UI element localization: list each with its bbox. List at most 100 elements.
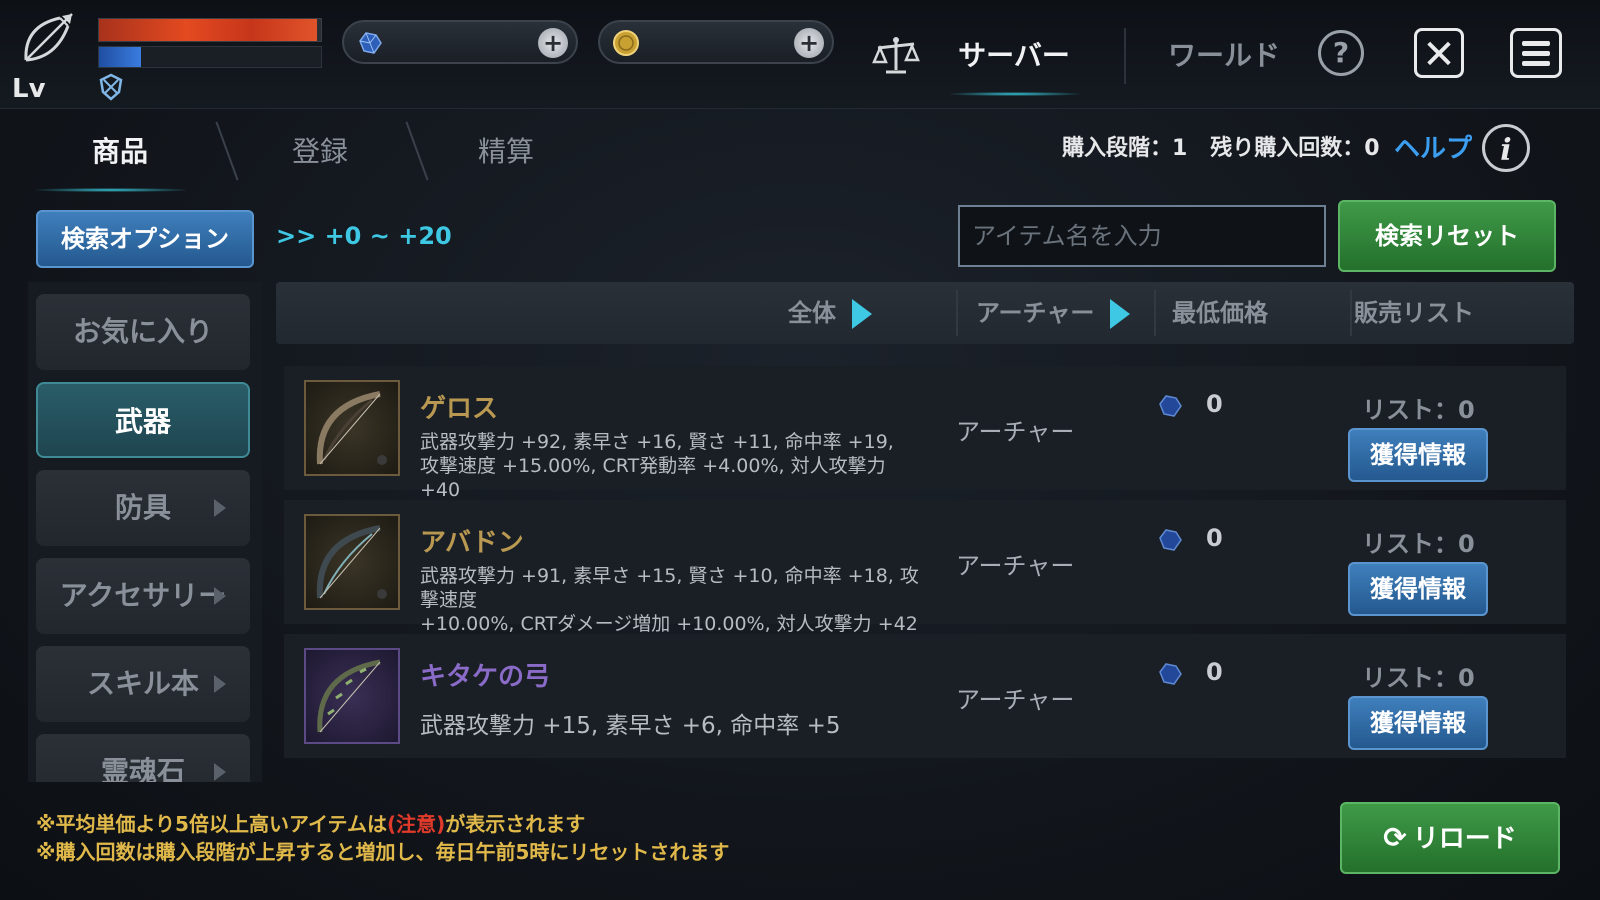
category-sidebar: お気に入り 武器 防具 アクセサリー スキル本 霊魂石 bbox=[28, 282, 262, 782]
tab-divider bbox=[405, 121, 429, 181]
tab-divider bbox=[215, 121, 239, 181]
notice-line-2: ※購入回数は購入段階が上昇すると増加し、毎日午前5時にリセットされます bbox=[36, 840, 730, 864]
item-min-price: 0 bbox=[1206, 524, 1223, 552]
search-reset-button[interactable]: 検索リセット bbox=[1338, 200, 1556, 272]
reload-button[interactable]: ⟳ リロード bbox=[1340, 802, 1560, 874]
category-label: 防具 bbox=[114, 491, 171, 524]
item-listing-count: リスト：0 bbox=[1362, 396, 1475, 424]
item-name: キタケの弓 bbox=[420, 662, 551, 692]
notice-text: ※平均単価より5倍以上高いアイテムは(注意)が表示されます ※購入回数は購入段階… bbox=[36, 810, 729, 866]
add-gold-button[interactable]: + bbox=[794, 28, 824, 58]
close-button[interactable]: ✕ bbox=[1414, 28, 1464, 78]
play-arrow-icon bbox=[1110, 299, 1131, 329]
item-stats-line: +10.00%, CRTダメージ増加 +10.00%, 対人攻撃力 +42 bbox=[420, 613, 918, 635]
category-favorites[interactable]: お気に入り bbox=[36, 294, 250, 370]
acquisition-info-button[interactable]: 獲得情報 bbox=[1348, 696, 1488, 750]
archer-class-icon bbox=[24, 13, 73, 62]
item-search-input[interactable] bbox=[958, 205, 1326, 267]
item-thumbnail bbox=[304, 648, 400, 744]
chevron-right-icon bbox=[214, 499, 226, 517]
menu-icon[interactable] bbox=[1510, 28, 1562, 78]
blue-gem-icon bbox=[1159, 529, 1182, 551]
category-label: スキル本 bbox=[86, 667, 199, 700]
blue-gem-icon bbox=[359, 32, 382, 54]
chevron-right-icon bbox=[214, 587, 226, 605]
item-job: アーチャー bbox=[956, 418, 1075, 446]
level-label: Lv bbox=[12, 74, 46, 104]
search-option-button[interactable]: 検索オプション bbox=[36, 210, 254, 268]
mp-bar bbox=[98, 46, 322, 68]
tab-settle[interactable]: 精算 bbox=[446, 128, 566, 176]
category-weapons[interactable]: 武器 bbox=[36, 382, 250, 458]
hp-fill bbox=[99, 19, 317, 41]
add-gem-button[interactable]: + bbox=[538, 28, 568, 58]
purchase-stage-info: 購入段階：1 残り購入回数：0 bbox=[1062, 130, 1380, 162]
header-divider bbox=[956, 290, 958, 336]
category-soul-stones[interactable]: 霊魂石 bbox=[36, 734, 250, 782]
category-accessories[interactable]: アクセサリー bbox=[36, 558, 250, 634]
table-row[interactable]: ゲロス 武器攻撃力 +92, 素早さ +16, 賢さ +11, 命中率 +19,… bbox=[284, 366, 1566, 501]
purchase-stage: 購入段階：1 bbox=[1062, 136, 1188, 161]
mp-fill bbox=[99, 47, 142, 67]
remaining-purchases: 残り購入回数：0 bbox=[1210, 136, 1380, 161]
item-listing-count: リスト：0 bbox=[1362, 664, 1475, 692]
tab-server-indicator bbox=[950, 92, 1080, 96]
help-icon[interactable]: ? bbox=[1318, 30, 1364, 76]
gem-currency-box: + bbox=[342, 20, 578, 64]
tab-server[interactable]: サーバー bbox=[950, 30, 1078, 82]
refresh-icon: ⟳ bbox=[1383, 821, 1407, 854]
chevron-right-icon bbox=[214, 763, 226, 781]
acquisition-info-button[interactable]: 獲得情報 bbox=[1348, 428, 1488, 482]
category-armor[interactable]: 防具 bbox=[36, 470, 250, 546]
enhance-range-text: >> +0 ~ +20 bbox=[276, 222, 452, 250]
blue-gem-icon bbox=[1159, 395, 1182, 417]
category-skill-books[interactable]: スキル本 bbox=[36, 646, 250, 722]
play-arrow-icon bbox=[852, 299, 872, 329]
category-label: 霊魂石 bbox=[100, 755, 185, 782]
gold-coin-icon bbox=[613, 30, 639, 56]
hp-bar bbox=[98, 18, 322, 42]
item-stats: 武器攻撃力 +15, 素早さ +6, 命中率 +5 bbox=[420, 714, 930, 738]
nav-divider bbox=[1124, 28, 1126, 84]
item-list: ゲロス 武器攻撃力 +92, 素早さ +16, 賢さ +11, 命中率 +19,… bbox=[276, 356, 1574, 782]
table-row[interactable]: キタケの弓 武器攻撃力 +15, 素早さ +6, 命中率 +5 アーチャー 0 … bbox=[284, 634, 1566, 758]
category-label: アクセサリー bbox=[59, 579, 227, 612]
bow-icon bbox=[317, 659, 381, 733]
item-min-price: 0 bbox=[1206, 390, 1223, 418]
header-min-price: 最低価格 bbox=[1172, 299, 1268, 327]
filter-all[interactable]: 全体 bbox=[788, 282, 872, 344]
tab-products[interactable]: 商品 bbox=[60, 128, 180, 176]
item-min-price: 0 bbox=[1206, 658, 1223, 686]
item-job: アーチャー bbox=[956, 686, 1075, 714]
help-link[interactable]: ヘルプ bbox=[1394, 128, 1472, 165]
bow-icon bbox=[316, 525, 387, 599]
item-stats-line: 武器攻撃力 +92, 素早さ +16, 賢さ +11, 命中率 +19, bbox=[420, 431, 894, 453]
blue-gem-icon bbox=[1159, 663, 1182, 685]
info-icon[interactable]: i bbox=[1482, 124, 1530, 172]
reload-label: リロード bbox=[1412, 824, 1517, 854]
item-stats: 武器攻撃力 +92, 素早さ +16, 賢さ +11, 命中率 +19, 攻撃速… bbox=[420, 430, 930, 502]
tab-world[interactable]: ワールド bbox=[1160, 30, 1288, 82]
tab-products-indicator bbox=[36, 188, 186, 192]
notice-text-part: が表示されます bbox=[445, 812, 586, 836]
item-thumbnail bbox=[304, 380, 400, 476]
item-stats-line: 攻撃速度 +15.00%, CRT発動率 +4.00%, 対人攻撃力 +40 bbox=[420, 455, 886, 501]
tab-register[interactable]: 登録 bbox=[260, 128, 380, 176]
notice-text-part: ※平均単価より5倍以上高いアイテムは bbox=[36, 812, 387, 836]
category-label: 武器 bbox=[114, 405, 171, 438]
item-name: ゲロス bbox=[420, 394, 499, 424]
table-row[interactable]: アバドン 武器攻撃力 +91, 素早さ +15, 賢さ +10, 命中率 +18… bbox=[284, 500, 1566, 635]
warning-label: (注意) bbox=[386, 812, 446, 836]
item-thumbnail bbox=[304, 514, 400, 610]
item-stats-line: 武器攻撃力 +15, 素早さ +6, 命中率 +5 bbox=[420, 713, 841, 739]
item-job: アーチャー bbox=[956, 552, 1075, 580]
notice-line-1: ※平均単価より5倍以上高いアイテムは(注意)が表示されます bbox=[36, 810, 729, 838]
item-name: アバドン bbox=[420, 528, 524, 558]
filter-job[interactable]: アーチャー bbox=[976, 282, 1131, 344]
item-stats: 武器攻撃力 +91, 素早さ +15, 賢さ +10, 命中率 +18, 攻撃速… bbox=[420, 564, 930, 636]
acquisition-info-button[interactable]: 獲得情報 bbox=[1348, 562, 1488, 616]
header-divider bbox=[1350, 290, 1352, 336]
guild-emblem-icon bbox=[99, 73, 123, 101]
header-listings: 販売リスト bbox=[1354, 299, 1474, 327]
header-divider bbox=[1154, 290, 1156, 336]
